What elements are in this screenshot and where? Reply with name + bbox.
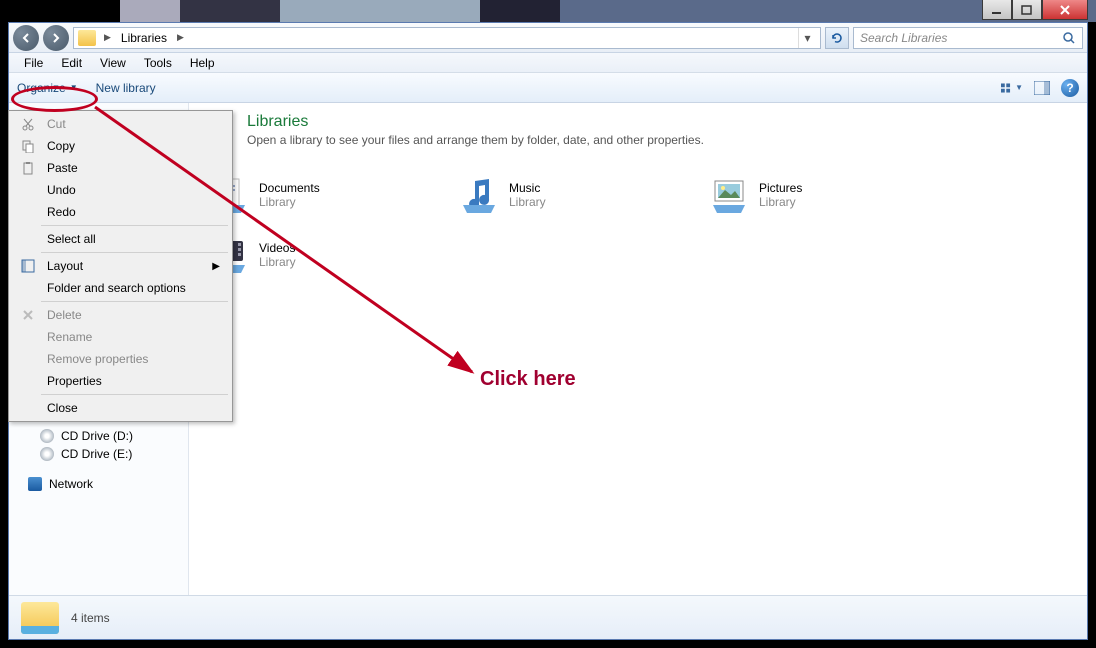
- chevron-down-icon: ▼: [70, 83, 78, 92]
- music-icon: [457, 173, 501, 217]
- toolbar: Organize ▼ New library ▼ ?: [9, 73, 1087, 103]
- menu-item-undo[interactable]: Undo: [11, 179, 230, 201]
- tree-label: CD Drive (E:): [61, 447, 132, 461]
- menu-item-cut[interactable]: Cut: [11, 113, 230, 135]
- menu-item-label: Paste: [47, 161, 78, 175]
- status-bar: 4 items: [9, 595, 1087, 639]
- menu-file[interactable]: File: [15, 54, 52, 72]
- tree-label: CD Drive (D:): [61, 429, 133, 443]
- pictures-icon: [707, 173, 751, 217]
- folder-icon: [78, 30, 96, 46]
- menu-edit[interactable]: Edit: [52, 54, 91, 72]
- back-button[interactable]: [13, 25, 39, 51]
- lib-name: Documents: [259, 181, 320, 195]
- menu-item-redo[interactable]: Redo: [11, 201, 230, 223]
- network-icon: [27, 476, 43, 492]
- menu-item-label: Close: [47, 401, 78, 415]
- menu-item-select-all[interactable]: Select all: [11, 228, 230, 250]
- menu-help[interactable]: Help: [181, 54, 224, 72]
- lib-type: Library: [259, 195, 320, 209]
- breadcrumb-libraries[interactable]: Libraries: [119, 31, 169, 45]
- lib-type: Library: [759, 195, 802, 209]
- layout-icon: [19, 259, 37, 273]
- menu-item-rename[interactable]: Rename: [11, 326, 230, 348]
- content-title: Libraries: [247, 113, 1069, 131]
- forward-button[interactable]: [43, 25, 69, 51]
- library-pictures[interactable]: PicturesLibrary: [707, 165, 957, 225]
- nav-bar: ▶ Libraries ▶ ▾ Search Libraries: [9, 23, 1087, 53]
- menu-item-copy[interactable]: Copy: [11, 135, 230, 157]
- menu-item-label: Delete: [47, 308, 82, 322]
- content-subtitle: Open a library to see your files and arr…: [247, 133, 1069, 147]
- search-placeholder: Search Libraries: [860, 31, 947, 45]
- menu-bar: File Edit View Tools Help: [9, 53, 1087, 73]
- tree-item-cd-d[interactable]: CD Drive (D:): [9, 427, 188, 445]
- library-videos[interactable]: VideosLibrary: [207, 225, 457, 285]
- menu-tools[interactable]: Tools: [135, 54, 181, 72]
- menu-item-properties[interactable]: Properties: [11, 370, 230, 392]
- view-options-button[interactable]: ▼: [1001, 77, 1023, 99]
- address-bar[interactable]: ▶ Libraries ▶ ▾: [73, 27, 821, 49]
- library-documents[interactable]: DocumentsLibrary: [207, 165, 457, 225]
- status-text: 4 items: [71, 611, 110, 625]
- window-controls: [982, 0, 1088, 20]
- lib-name: Music: [509, 181, 546, 195]
- tree-item-network[interactable]: Network: [9, 475, 188, 493]
- library-music[interactable]: MusicLibrary: [457, 165, 707, 225]
- menu-item-delete[interactable]: Delete: [11, 304, 230, 326]
- menu-item-label: Layout: [47, 259, 83, 273]
- submenu-arrow-icon: ▶: [212, 261, 220, 272]
- organize-button[interactable]: Organize ▼: [17, 81, 78, 95]
- close-button[interactable]: [1042, 0, 1088, 20]
- tree-label: Network: [49, 477, 93, 491]
- organize-label: Organize: [17, 81, 66, 95]
- new-library-button[interactable]: New library: [96, 81, 156, 95]
- menu-view[interactable]: View: [91, 54, 135, 72]
- disc-icon: [39, 428, 55, 444]
- menu-item-label: Copy: [47, 139, 75, 153]
- paste-icon: [19, 161, 37, 175]
- menu-item-layout[interactable]: Layout ▶: [11, 255, 230, 277]
- menu-item-label: Folder and search options: [47, 281, 186, 295]
- search-icon: [1062, 31, 1076, 45]
- disc-icon: [39, 446, 55, 462]
- preview-pane-button[interactable]: [1031, 77, 1053, 99]
- menu-item-label: Rename: [47, 330, 92, 344]
- menu-item-label: Undo: [47, 183, 76, 197]
- address-dropdown[interactable]: ▾: [798, 28, 816, 48]
- menu-item-label: Select all: [47, 232, 96, 246]
- content-pane: Libraries Open a library to see your fil…: [189, 103, 1087, 595]
- lib-type: Library: [259, 255, 296, 269]
- lib-name: Pictures: [759, 181, 802, 195]
- lib-name: Videos: [259, 241, 296, 255]
- library-grid: DocumentsLibrary MusicLibrary PicturesLi…: [207, 165, 1069, 285]
- menu-item-close[interactable]: Close: [11, 397, 230, 419]
- lib-type: Library: [509, 195, 546, 209]
- menu-item-folder-and-search-options[interactable]: Folder and search options: [11, 277, 230, 299]
- library-folder-icon: [21, 602, 59, 634]
- chevron-right-icon: ▶: [173, 32, 188, 43]
- organize-menu: Cut Copy Paste Undo Redo Select all Layout ▶ Fol…: [8, 110, 233, 422]
- search-box[interactable]: Search Libraries: [853, 27, 1083, 49]
- menu-item-label: Remove properties: [47, 352, 148, 366]
- menu-item-paste[interactable]: Paste: [11, 157, 230, 179]
- help-button[interactable]: ?: [1061, 79, 1079, 97]
- minimize-button[interactable]: [982, 0, 1012, 20]
- menu-item-label: Cut: [47, 117, 66, 131]
- background-window-strip: [0, 0, 1096, 22]
- scissors-icon: [19, 117, 37, 131]
- chevron-right-icon: ▶: [100, 32, 115, 43]
- maximize-button[interactable]: [1012, 0, 1042, 20]
- refresh-button[interactable]: [825, 27, 849, 49]
- menu-item-label: Properties: [47, 374, 102, 388]
- menu-item-remove-properties[interactable]: Remove properties: [11, 348, 230, 370]
- delete-icon: [19, 308, 37, 322]
- tree-item-cd-e[interactable]: CD Drive (E:): [9, 445, 188, 463]
- copy-icon: [19, 139, 37, 153]
- menu-item-label: Redo: [47, 205, 76, 219]
